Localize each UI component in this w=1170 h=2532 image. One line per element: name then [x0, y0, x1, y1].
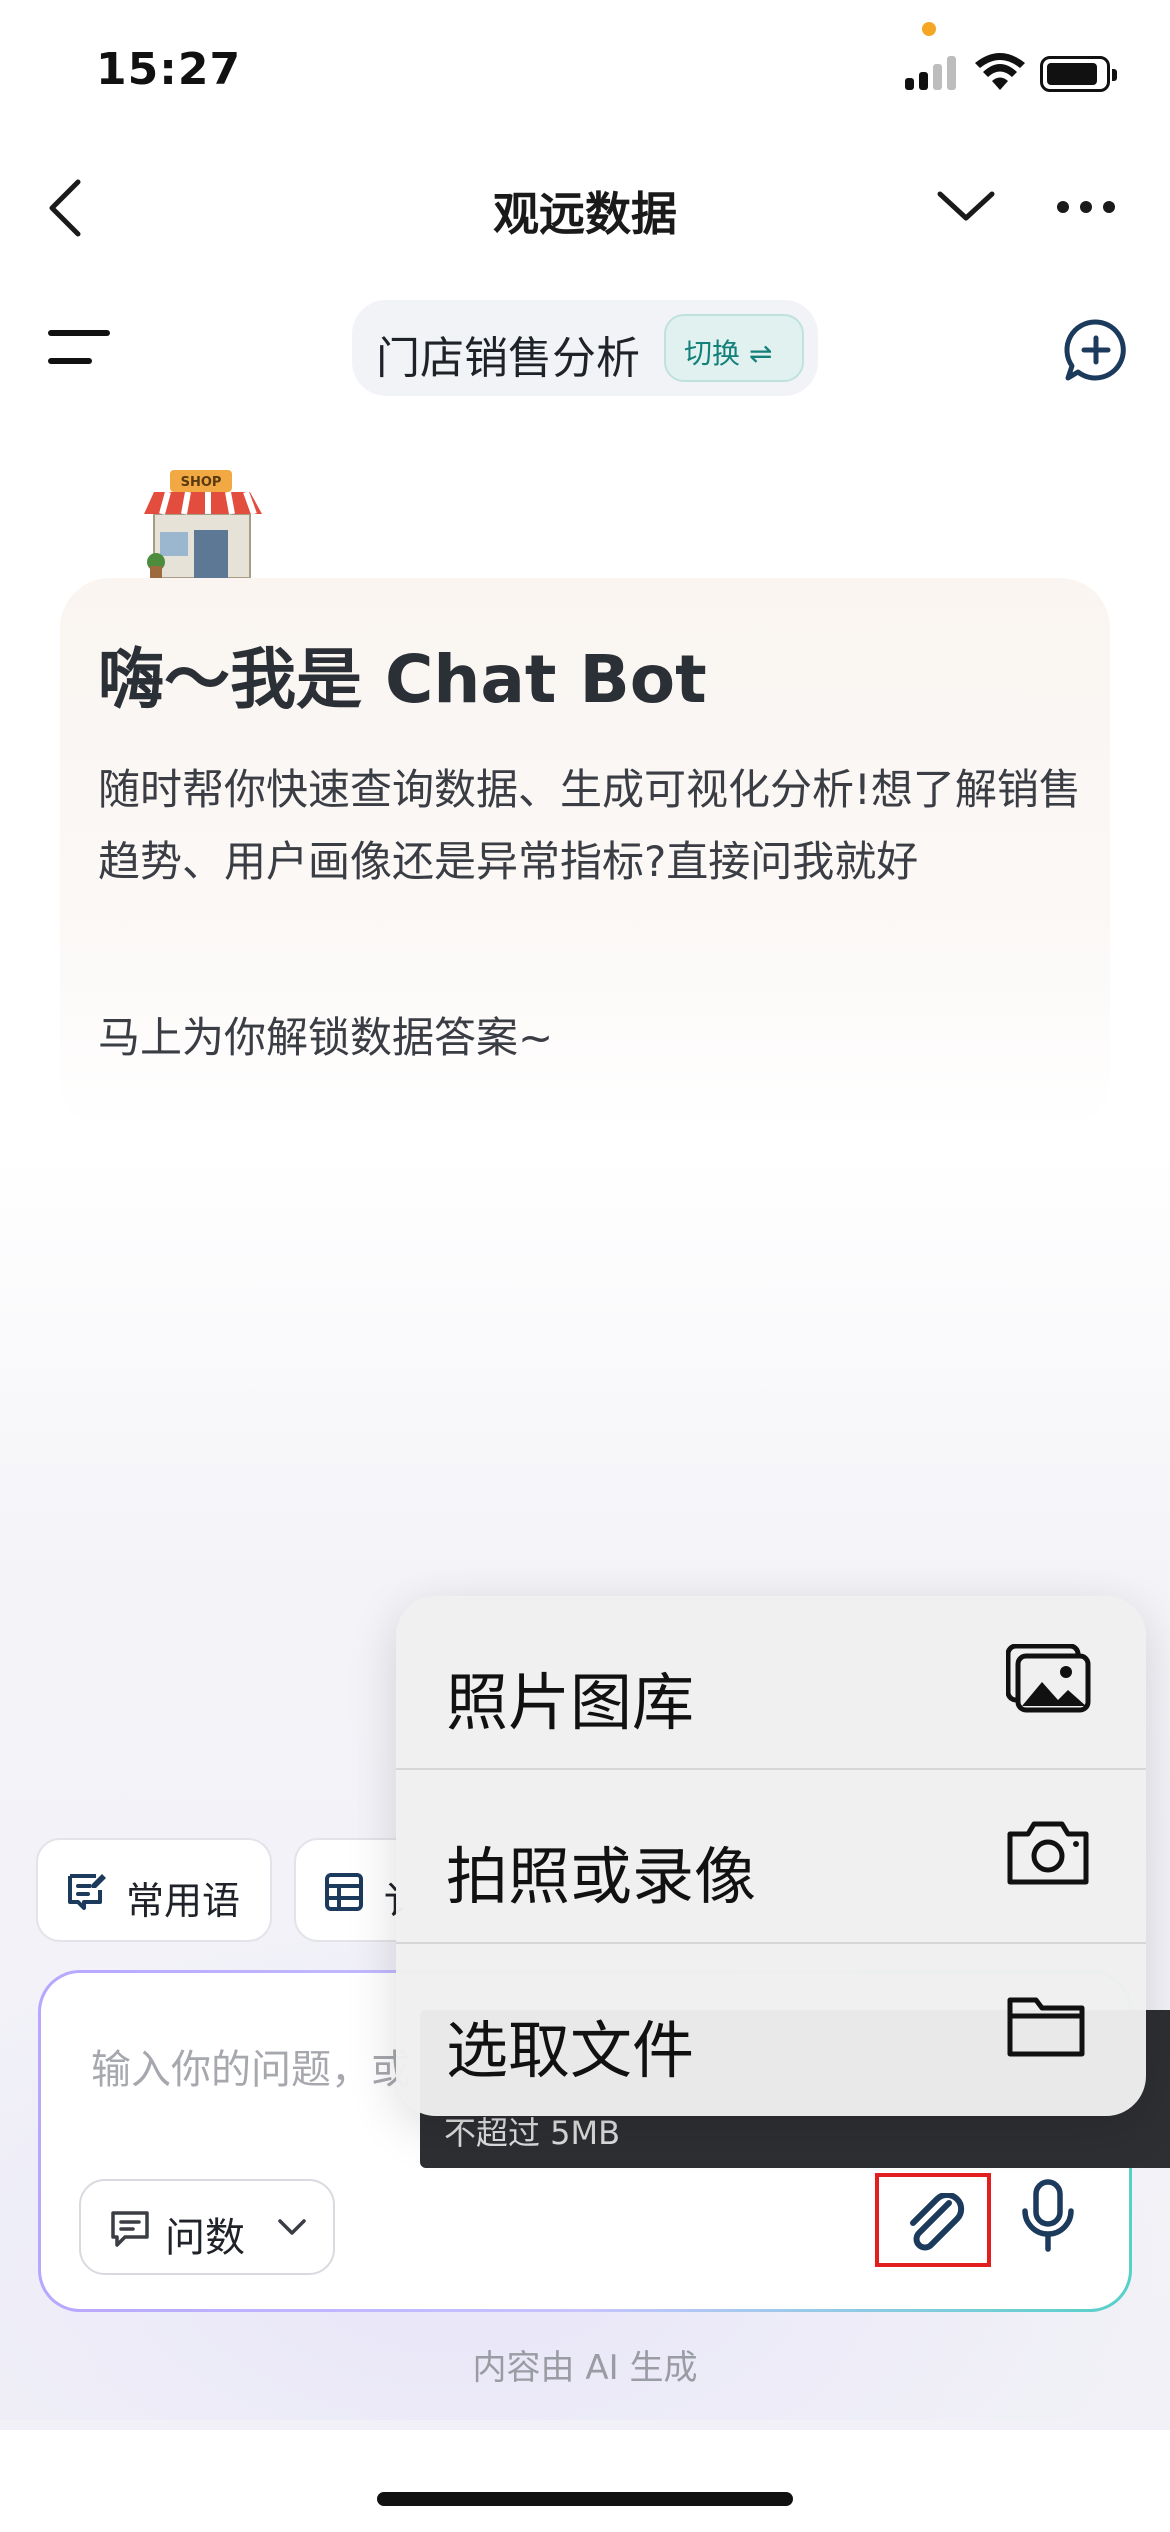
more-options-icon[interactable]	[1056, 200, 1116, 214]
home-indicator	[377, 2492, 793, 2506]
photo-library-icon	[1006, 1644, 1091, 1713]
svg-text:SHOP: SHOP	[181, 475, 222, 490]
mode-selector[interactable]: 问数	[79, 2179, 335, 2275]
battery-icon	[1040, 56, 1117, 92]
menu-item-label: 选取文件	[446, 2014, 695, 2087]
topic-label: 门店销售分析	[376, 333, 640, 384]
shop-mascot-icon: SHOP	[144, 470, 262, 579]
ai-generated-note: 内容由 AI 生成	[472, 2348, 698, 2388]
chevron-down-icon[interactable]	[936, 186, 996, 226]
menu-item-label: 拍照或录像	[446, 1840, 757, 1913]
quick-chip-common-phrases[interactable]: 常用语	[36, 1838, 272, 1942]
paperclip-icon	[910, 2193, 965, 2251]
menu-item-camera[interactable]: 拍照或录像	[396, 1770, 1146, 1942]
attachment-menu: 照片图库 拍照或录像 选取文件	[396, 1596, 1146, 2116]
menu-item-photo-library[interactable]: 照片图库	[396, 1596, 1146, 1768]
table-icon	[325, 1873, 363, 1911]
menu-item-label: 照片图库	[446, 1666, 695, 1739]
privacy-indicator-dot	[922, 22, 936, 36]
chip-label: 常用语	[126, 1879, 241, 1923]
chevron-down-icon	[278, 2219, 306, 2235]
welcome-description: 随时帮你快速查询数据、生成可视化分析!想了解销售趋势、用户画像还是异常指标?直接…	[98, 765, 1081, 886]
edit-note-icon	[68, 1874, 106, 1910]
switch-topic-button[interactable]: 切换 ⇌	[664, 314, 804, 382]
camera-icon	[1007, 1821, 1089, 1885]
question-input[interactable]: 输入你的问题，或	[91, 2037, 411, 2095]
status-time: 15:27	[96, 44, 242, 95]
wifi-icon	[975, 53, 1025, 90]
topic-selector[interactable]: 门店销售分析 切换 ⇌	[352, 300, 818, 396]
chat-bubble-icon	[111, 2211, 149, 2247]
attach-button[interactable]	[875, 2173, 991, 2267]
welcome-title: 嗨～我是 Chat Bot	[98, 641, 707, 718]
menu-icon[interactable]	[48, 330, 110, 364]
new-chat-icon[interactable]	[1064, 318, 1128, 382]
welcome-cta: 马上为你解锁数据答案~	[98, 1013, 554, 1062]
welcome-card: 嗨～我是 Chat Bot 随时帮你快速查询数据、生成可视化分析!想了解销售趋势…	[60, 578, 1110, 1130]
microphone-icon[interactable]	[1021, 2179, 1075, 2253]
mode-label: 问数	[165, 2215, 245, 2261]
folder-icon	[1007, 1997, 1085, 2057]
menu-item-choose-file[interactable]: 选取文件	[396, 1944, 1146, 2116]
cellular-signal-icon	[905, 56, 959, 90]
